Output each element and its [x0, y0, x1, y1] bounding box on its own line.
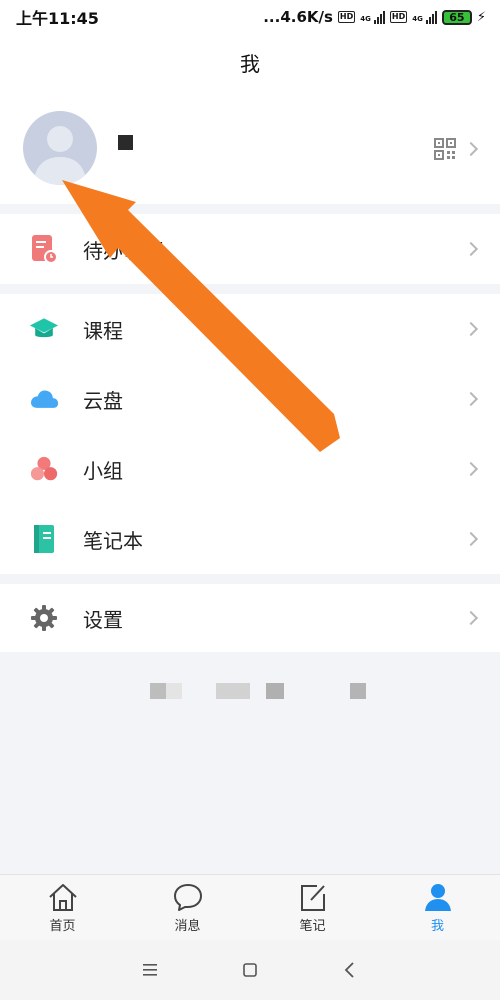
redacted-block: [166, 683, 182, 699]
notebook-icon: [29, 524, 59, 554]
menu-icon[interactable]: [140, 962, 160, 978]
signal-icon-2: [425, 10, 437, 24]
chevron-right-icon: [463, 391, 479, 407]
user-name: [118, 135, 133, 150]
qr-code-icon[interactable]: [434, 138, 456, 160]
todo-icon: [29, 234, 59, 264]
tab-me[interactable]: 我: [375, 875, 500, 940]
menu-item-notebook[interactable]: 笔记本: [0, 504, 500, 574]
menu-item-label: 笔记本: [83, 528, 143, 553]
message-icon: [173, 883, 202, 911]
tab-notes[interactable]: 笔记: [250, 875, 375, 940]
home-icon: [48, 883, 77, 911]
cloud-icon: [29, 384, 59, 414]
status-time: 上午11:45: [16, 9, 99, 28]
default-avatar-icon: [33, 126, 87, 185]
menu-item-group[interactable]: 小组: [0, 434, 500, 504]
chevron-right-icon: [463, 531, 479, 547]
tab-label: 我: [430, 918, 444, 934]
chevron-right-icon: [463, 141, 479, 157]
back-icon[interactable]: [340, 960, 360, 980]
network-speed: ...4.6K/s: [263, 8, 333, 26]
graduation-cap-icon: [29, 314, 59, 344]
menu-item-cloud-disk[interactable]: 云盘: [0, 364, 500, 434]
status-bar: 上午11:45 ...4.6K/s HD 4G HD 4G 65 ⚡: [0, 0, 500, 34]
system-nav-bar: [0, 940, 500, 1000]
footer-area: [0, 652, 500, 874]
hd-icon-2: HD: [389, 11, 408, 23]
chevron-right-icon: [463, 321, 479, 337]
note-edit-icon: [300, 884, 325, 911]
group-icon: [29, 454, 59, 484]
redacted-block: [150, 683, 166, 699]
section-divider: [0, 574, 500, 584]
chevron-right-icon: [463, 241, 479, 257]
bottom-tab-bar: 首页 消息 笔记 我: [0, 874, 500, 940]
menu-item-label: 云盘: [83, 388, 123, 413]
gear-icon: [29, 603, 59, 633]
profile-card[interactable]: [0, 90, 500, 204]
menu-item-label: 待办事项: [83, 238, 163, 263]
menu-item-courses[interactable]: 课程: [0, 294, 500, 364]
menu-item-label: 小组: [83, 458, 123, 483]
status-indicators: ...4.6K/s HD 4G HD 4G 65 ⚡: [263, 8, 486, 26]
tab-label: 笔记: [299, 918, 326, 934]
page-title-bar: 我: [0, 34, 500, 90]
page-title: 我: [240, 51, 260, 76]
redacted-block: [216, 683, 250, 699]
network-type-2: 4G: [412, 15, 423, 23]
redacted-block: [266, 683, 284, 699]
menu-item-todo[interactable]: 待办事项: [0, 214, 500, 284]
tab-label: 消息: [174, 918, 201, 934]
hd-icon: HD: [337, 11, 356, 23]
chevron-right-icon: [463, 461, 479, 477]
section-divider: [0, 204, 500, 214]
battery-icon: 65: [441, 9, 472, 25]
tab-home[interactable]: 首页: [0, 875, 125, 940]
home-square-icon[interactable]: [240, 960, 260, 980]
menu-item-label: 设置: [83, 607, 123, 632]
menu-item-label: 课程: [83, 318, 123, 343]
avatar[interactable]: [23, 111, 97, 185]
menu-item-settings[interactable]: 设置: [0, 584, 500, 652]
tab-messages[interactable]: 消息: [125, 875, 250, 940]
user-icon: [424, 883, 451, 911]
network-type: 4G: [360, 15, 371, 23]
charging-icon: ⚡: [476, 9, 486, 25]
redacted-block: [350, 683, 366, 699]
signal-icon: [373, 10, 385, 24]
section-divider: [0, 284, 500, 294]
tab-label: 首页: [49, 918, 76, 934]
chevron-right-icon: [463, 610, 479, 626]
